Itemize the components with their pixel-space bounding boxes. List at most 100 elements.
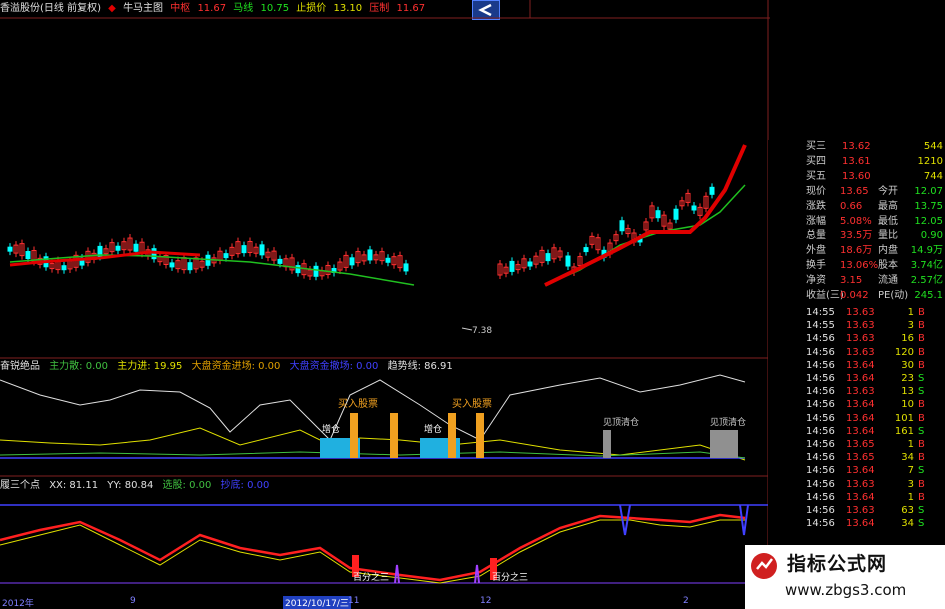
bid-row[interactable]: 买五 13.60 744: [806, 170, 945, 185]
tick-side: B: [918, 412, 925, 424]
tick-volume: 7: [907, 465, 914, 477]
tick-row: 14:56 13.64 10 B: [806, 398, 945, 411]
tick-row: 14:55 13.63 3 B: [806, 319, 945, 332]
tick-side: S: [918, 505, 925, 516]
buy-signal-bar: [350, 413, 358, 458]
tick-side: S: [918, 386, 925, 398]
candle-body: [187, 262, 193, 271]
stat-label: 内盘: [878, 245, 898, 257]
stat-value: 245.1: [914, 289, 943, 301]
tick-side: B: [918, 359, 925, 371]
stat-label: 总量: [806, 230, 826, 242]
bid-volume: 544: [923, 141, 943, 152]
buy-signal-bar: [448, 413, 456, 458]
stat-value: 5.08%: [840, 215, 872, 227]
stat-value: 0.90: [920, 230, 943, 242]
tick-row: 14:56 13.63 63 S: [806, 504, 945, 517]
tick-side: B: [918, 399, 925, 411]
kline-chart[interactable]: 7.38 买入股票 买入股票 增仓 增仓 见顶清仓 见顶清仓 50.00 百: [0, 0, 770, 595]
tick-time: 14:56: [806, 333, 835, 345]
watermark-title: 指标公式网: [787, 553, 888, 575]
bid-price: 13.61: [842, 155, 871, 167]
tick-volume: 1: [907, 491, 914, 503]
bottom-pick-spike: [394, 564, 400, 584]
bid-volume: 1210: [917, 155, 943, 167]
tick-price: 13.63: [846, 386, 875, 398]
tick-row: 14:56 13.64 34 S: [806, 517, 945, 530]
stat-value: 12.07: [914, 186, 943, 197]
panel3-name[interactable]: 履三个点: [0, 480, 40, 491]
stat-label: 外盘: [806, 245, 826, 257]
tick-volume: 101: [894, 412, 914, 424]
tick-volume: 63: [901, 505, 914, 516]
panel3-item: XX: 81.11: [49, 480, 99, 491]
top-clear-label: 见顶清仓: [710, 416, 746, 428]
low-price-label: 7.38: [472, 326, 492, 336]
candle-body: [295, 265, 301, 274]
candle-body: [25, 251, 31, 260]
tick-time: 14:56: [806, 465, 835, 477]
tick-side: S: [918, 465, 925, 477]
sell-signal-bar: [603, 430, 611, 458]
tick-price: 13.65: [846, 452, 875, 464]
candle-body: [277, 258, 283, 264]
tick-row: 14:56 13.65 1 B: [806, 438, 945, 451]
stat-row: 收益(三) 0.042 PE(动) 245.1: [806, 289, 945, 304]
bid-label: 买三: [806, 141, 826, 152]
tick-side: B: [918, 439, 925, 450]
tick-volume: 1: [907, 439, 914, 450]
stat-row: 涨跌 0.66 最高 13.75: [806, 200, 945, 215]
panel2-title: 奋锐绝品 主力散: 0.00 主力进: 19.95 大盘资金进场: 0.00 大…: [0, 360, 459, 374]
candle-body: [619, 220, 625, 232]
tick-row: 14:56 13.63 16 B: [806, 332, 945, 345]
tick-price: 13.63: [846, 307, 875, 318]
candle-body: [509, 260, 515, 272]
panel2-name[interactable]: 奋锐绝品: [0, 361, 40, 372]
stat-label: 涨幅: [806, 215, 826, 227]
panel2-item: 大盘资金撤场: 0.00: [289, 361, 379, 372]
stat-value: 12.05: [914, 215, 943, 227]
tick-time: 14:56: [806, 399, 835, 411]
candle-body: [169, 262, 175, 268]
tick-row: 14:56 13.64 161 S: [806, 425, 945, 438]
tick-time: 14:56: [806, 373, 835, 384]
tick-time: 14:56: [806, 452, 835, 464]
tick-volume: 34: [901, 452, 914, 464]
tick-price: 13.64: [846, 491, 875, 503]
tick-side: B: [918, 478, 925, 490]
tick-row: 14:56 13.64 7 S: [806, 464, 945, 477]
candle-body: [349, 257, 355, 266]
bid-price: 13.62: [842, 141, 871, 152]
stat-value: 14.9万: [910, 245, 943, 257]
bid-row[interactable]: 买三 13.62 544: [806, 140, 945, 155]
tick-volume: 120: [894, 346, 914, 358]
tick-side: B: [918, 452, 925, 464]
panel3-plot: 百分之三 百分之三 100.0 80.00 60.00: [0, 504, 768, 584]
tick-row: 14:56 13.64 23 S: [806, 372, 945, 385]
tick-volume: 30: [901, 359, 914, 371]
quote-panel: 买三 13.62 544 买四 13.61 1210 买五 13.60 744 现价 13.65 今…: [768, 140, 945, 609]
tick-time: 14:56: [806, 439, 835, 450]
tick-volume: 16: [901, 333, 914, 345]
panel3-item: 抄底: 0.00: [220, 480, 270, 491]
tick-volume: 13: [901, 386, 914, 398]
tick-price: 13.63: [846, 346, 875, 358]
tick-price: 13.63: [846, 505, 875, 516]
low-price-pointer: [461, 327, 473, 331]
bottom-pick-spike: [474, 564, 480, 584]
stat-label: 股本: [878, 260, 898, 271]
xx-line: [0, 513, 746, 582]
tick-price: 13.64: [846, 465, 875, 477]
site-watermark: 指标公式网 www.zbgs3.com: [745, 545, 945, 609]
stat-row: 涨幅 5.08% 最低 12.05: [806, 215, 945, 230]
bid-row[interactable]: 买四 13.61 1210: [806, 155, 945, 170]
percent-three-label: 百分之三: [492, 571, 528, 583]
tick-time: 14:56: [806, 346, 835, 358]
panel2-item: 主力散: 0.00: [49, 361, 109, 372]
watermark-url[interactable]: www.zbgs3.com: [785, 581, 906, 599]
date-label: 12: [480, 596, 492, 606]
stat-label: 涨跌: [806, 200, 826, 212]
stat-row: 总量 33.5万 量比 0.90: [806, 229, 945, 244]
tick-side: S: [918, 425, 925, 437]
stat-label: 最低: [878, 215, 898, 227]
